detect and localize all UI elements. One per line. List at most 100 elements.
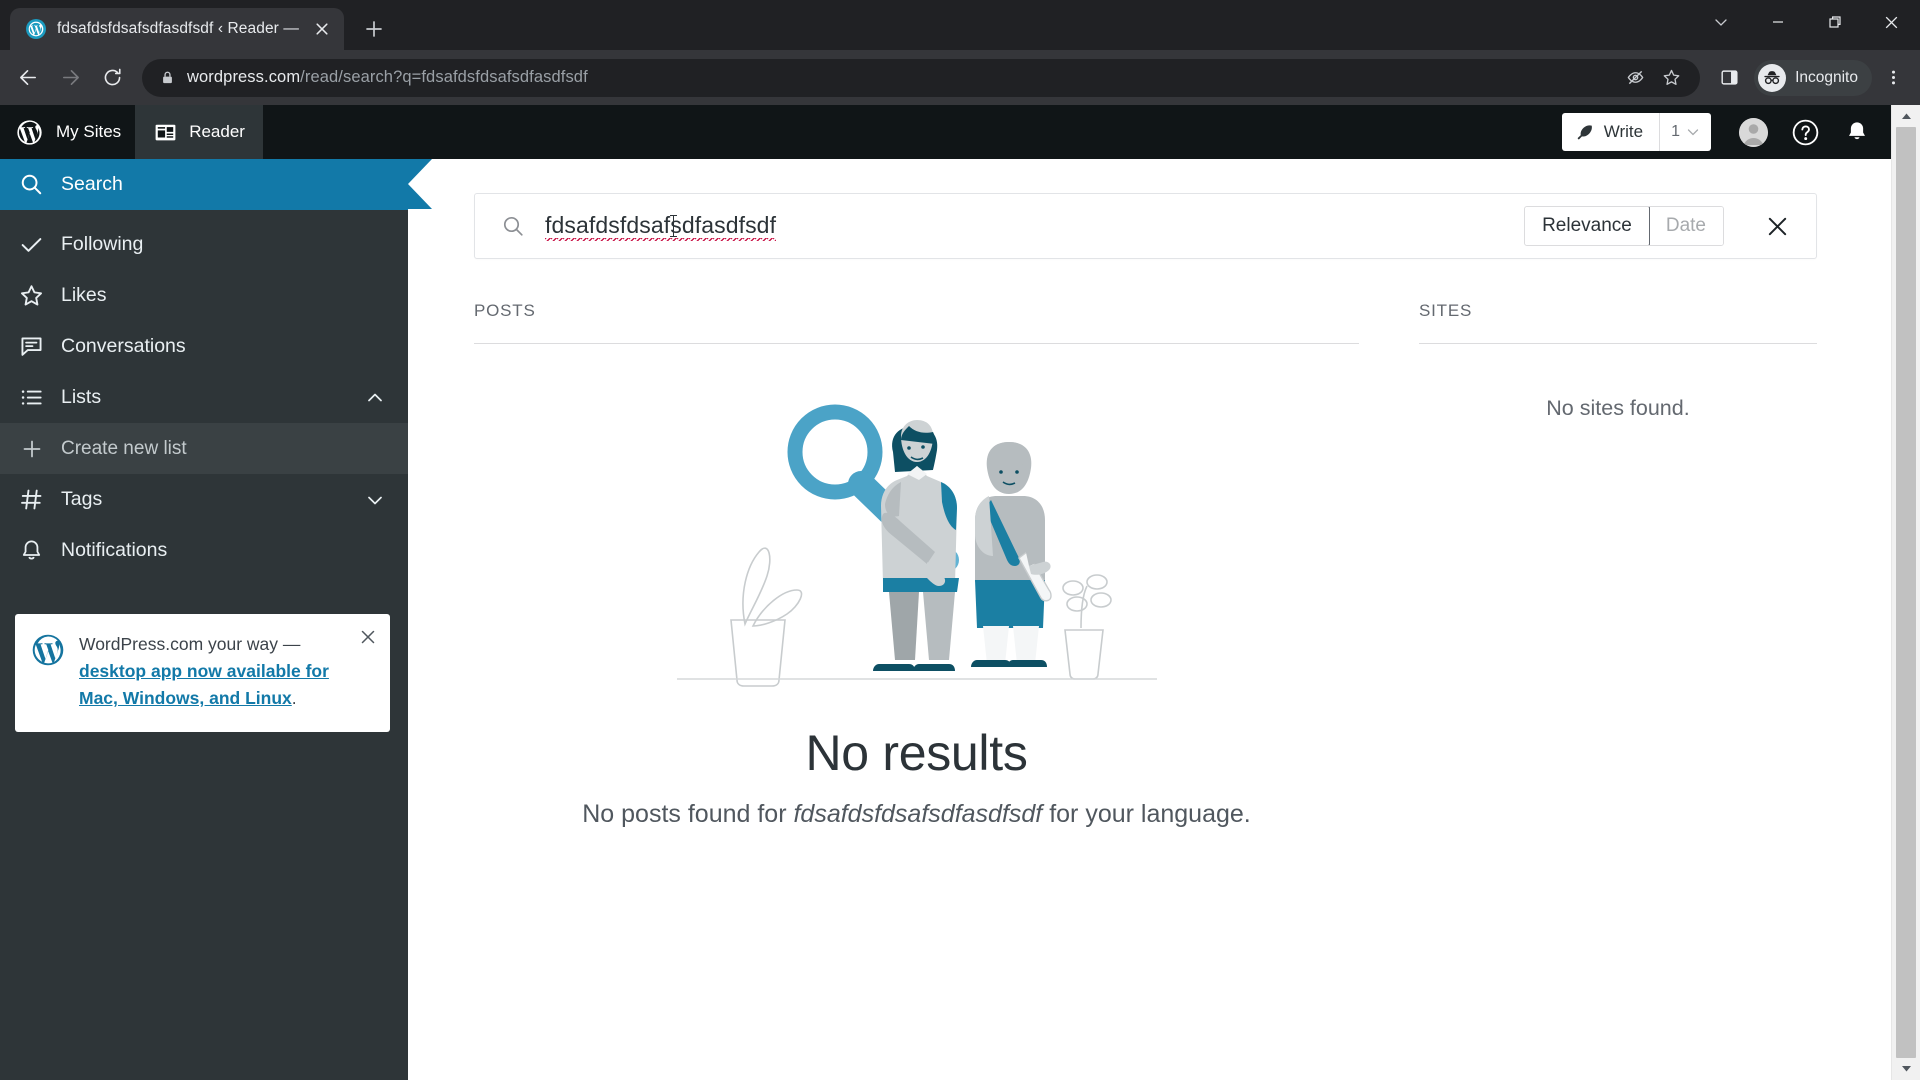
tab-search-button[interactable]: [1692, 0, 1749, 44]
new-tab-button[interactable]: [356, 11, 392, 47]
close-icon[interactable]: [358, 627, 378, 647]
sidebar-item-notifications-label: Notifications: [61, 539, 168, 561]
minimize-icon: [1772, 21, 1783, 23]
masterbar-spacer: [263, 105, 1562, 159]
promo-text: WordPress.com your way — desktop app now…: [79, 631, 373, 712]
avatar-icon: [1738, 117, 1768, 147]
lock-icon: [160, 70, 175, 85]
list-icon: [18, 385, 45, 410]
maximize-button[interactable]: [1806, 0, 1863, 44]
sidebar-item-notifications[interactable]: Notifications: [0, 525, 408, 576]
sidebar-item-tags[interactable]: Tags: [0, 474, 408, 525]
sort-relevance-button[interactable]: Relevance: [1525, 207, 1650, 245]
browser-tab-title: fdsafdsfdsafsdfasdfsdf ‹ Reader —: [57, 20, 299, 37]
browser-tabstrip: fdsafdsfdsafsdfasdfsdf ‹ Reader —: [0, 0, 1920, 50]
eye-slash-icon[interactable]: [1620, 63, 1650, 93]
bell-icon: [18, 538, 45, 563]
search-input-value: fdsafdsfdsafsdfasdfsdf: [545, 211, 777, 241]
reader-body: Search Following Likes Conversations Lis…: [0, 159, 1891, 1080]
scrollbar-up-arrow[interactable]: [1892, 105, 1920, 127]
arrow-left-icon: [19, 70, 36, 85]
no-results-subtitle: No posts found for fdsafdsfdsafsdfasdfsd…: [582, 800, 1250, 829]
address-bar-url: wordpress.com/read/search?q=fdsafdsfdsaf…: [187, 68, 1608, 87]
back-button[interactable]: [8, 58, 48, 98]
check-icon: [18, 232, 45, 257]
sidebar-item-following[interactable]: Following: [0, 219, 408, 270]
sidebar-item-create-new-list-label: Create new list: [61, 437, 187, 459]
no-sites-message: No sites found.: [1546, 396, 1690, 420]
incognito-icon: [1758, 63, 1787, 92]
sidebar-item-likes-label: Likes: [61, 284, 107, 306]
pencil-icon: [1577, 124, 1592, 139]
close-icon[interactable]: [310, 17, 334, 41]
sidebar-item-following-label: Following: [61, 233, 144, 255]
bell-icon[interactable]: [1831, 105, 1883, 159]
no-results-suffix: for your language.: [1042, 800, 1251, 828]
sites-column: SITES No sites found.: [1419, 301, 1817, 1080]
star-icon[interactable]: [1656, 63, 1686, 93]
masterbar-reader-label: Reader: [189, 122, 245, 141]
side-panel-icon[interactable]: [1710, 59, 1748, 97]
sidebar-item-search[interactable]: Search: [0, 159, 432, 210]
chevron-up-icon[interactable]: [364, 388, 386, 408]
help-icon[interactable]: [1779, 105, 1831, 159]
reader-search-bar[interactable]: fdsafdsfdsafsdfasdfsdf Relevance Date: [474, 193, 1817, 259]
masterbar-my-sites[interactable]: My Sites: [0, 105, 135, 159]
scrollbar-track[interactable]: [1892, 127, 1920, 1058]
masterbar-avatar[interactable]: [1727, 105, 1779, 159]
sort-toggle[interactable]: Relevance Date: [1524, 206, 1724, 246]
write-count-dropdown[interactable]: 1: [1659, 113, 1711, 151]
clear-search-button[interactable]: [1756, 205, 1798, 247]
sidebar-item-likes[interactable]: Likes: [0, 270, 408, 321]
plus-icon: [18, 437, 45, 461]
sidebar-item-conversations[interactable]: Conversations: [0, 321, 408, 372]
write-count-value: 1: [1671, 123, 1680, 140]
minimize-button[interactable]: [1749, 0, 1806, 44]
incognito-indicator[interactable]: Incognito: [1754, 59, 1872, 96]
posts-heading: POSTS: [474, 301, 1359, 344]
chevron-down-icon: [1714, 19, 1727, 26]
sidebar-item-lists[interactable]: Lists: [0, 372, 408, 423]
reload-button[interactable]: [92, 58, 132, 98]
scrollbar-down-arrow[interactable]: [1892, 1058, 1920, 1080]
no-results-title: No results: [805, 725, 1028, 781]
chevron-down-icon[interactable]: [364, 490, 386, 510]
sidebar-item-lists-label: Lists: [61, 386, 102, 408]
desktop-app-promo-card: WordPress.com your way — desktop app now…: [15, 614, 390, 733]
results-columns: POSTS No results No posts found for fdsa…: [474, 301, 1817, 1080]
close-window-button[interactable]: [1863, 0, 1920, 44]
page-scrollbar[interactable]: [1891, 105, 1920, 1080]
posts-column: POSTS No results No posts found for fdsa…: [474, 301, 1359, 1080]
restore-icon: [1828, 16, 1841, 28]
window-controls: [1692, 0, 1920, 44]
search-icon: [501, 214, 527, 239]
kebab-menu-icon[interactable]: [1876, 59, 1910, 97]
star-icon: [18, 283, 45, 308]
plus-icon: [366, 21, 382, 37]
write-label: Write: [1603, 122, 1644, 141]
no-results-prefix: No posts found for: [582, 800, 794, 828]
forward-button[interactable]: [50, 58, 90, 98]
text-caret: [670, 215, 677, 237]
no-results-empty-state: No results No posts found for fdsafdsfds…: [474, 344, 1359, 1080]
url-path: /read/search?q=fdsafdsfdsafsdfasdfsdf: [300, 68, 588, 86]
hash-icon: [18, 487, 45, 512]
scrollbar-thumb[interactable]: [1896, 127, 1916, 1058]
no-results-query: fdsafdsfdsafsdfasdfsdf: [793, 800, 1043, 828]
sidebar-item-conversations-label: Conversations: [61, 335, 186, 357]
browser-window: fdsafdsfdsafsdfasdfsdf ‹ Reader — wordpr…: [0, 0, 1920, 1080]
masterbar-my-sites-label: My Sites: [56, 122, 122, 141]
chevron-down-icon: [1687, 129, 1699, 136]
sort-date-button[interactable]: Date: [1648, 207, 1723, 245]
browser-tab[interactable]: fdsafdsfdsafsdfasdfsdf ‹ Reader —: [10, 8, 344, 50]
wordpress-logo-icon: [31, 631, 65, 712]
search-input[interactable]: fdsafdsfdsafsdfasdfsdf: [545, 211, 1506, 241]
promo-trail: .: [291, 688, 297, 709]
arrow-right-icon: [62, 70, 79, 85]
masterbar-reader[interactable]: Reader: [135, 105, 263, 159]
sidebar-item-search-label: Search: [61, 173, 123, 195]
write-button[interactable]: Write 1: [1561, 113, 1711, 151]
address-bar[interactable]: wordpress.com/read/search?q=fdsafdsfdsaf…: [142, 58, 1701, 97]
sidebar-item-create-new-list[interactable]: Create new list: [0, 423, 408, 474]
